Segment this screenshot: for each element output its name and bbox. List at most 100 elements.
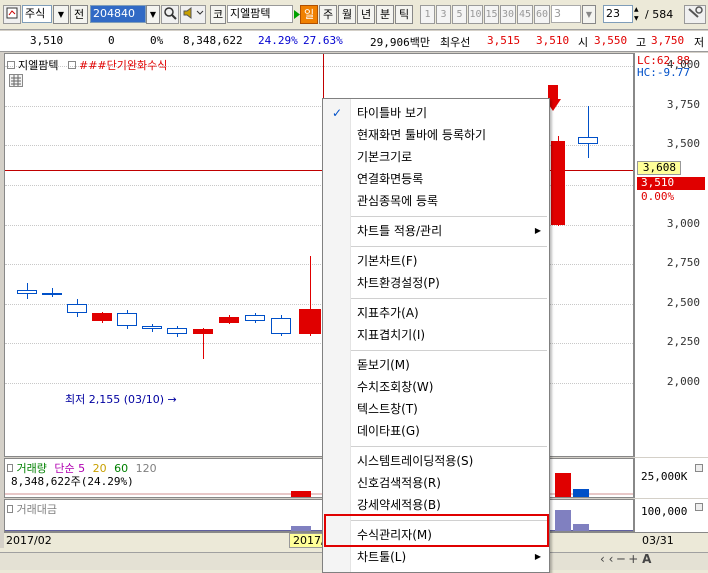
menu-item[interactable]: ✓ 타이틀바 보기 bbox=[323, 102, 549, 124]
menu-item[interactable]: 수치조회창(W) bbox=[323, 376, 549, 398]
menu-item[interactable]: 현재화면 툴바에 등록하기 bbox=[323, 124, 549, 146]
candle bbox=[271, 318, 291, 334]
title-box-icon bbox=[7, 61, 15, 69]
candle-wick bbox=[588, 105, 589, 159]
candle bbox=[219, 316, 239, 323]
menu-separator bbox=[351, 246, 547, 247]
menu-item-label: 수치조회창(W) bbox=[357, 380, 434, 394]
menu-item[interactable]: 관심종목에 등록 bbox=[323, 190, 549, 212]
period-minute-button[interactable]: 분 bbox=[376, 5, 394, 24]
custom-period-input[interactable]: 3 bbox=[551, 5, 581, 23]
candle bbox=[245, 314, 265, 322]
y-tick-label: 2,750 bbox=[666, 256, 700, 270]
x-start-label: 2017/02 bbox=[6, 534, 52, 547]
interval-1-button[interactable]: 1 bbox=[420, 5, 435, 24]
interval-45-button[interactable]: 45 bbox=[517, 5, 533, 24]
low-annotation-text: 최저 2,155 (03/10) bbox=[65, 393, 165, 406]
market-select[interactable]: 주식 bbox=[22, 5, 52, 23]
candle bbox=[92, 313, 112, 322]
period-tick-button[interactable]: 틱 bbox=[395, 5, 413, 24]
high-price: 3,750 bbox=[651, 34, 685, 47]
menu-item[interactable]: 지표겹치기(I) bbox=[323, 324, 549, 346]
y-tick-label: 2,500 bbox=[666, 295, 700, 309]
last-change-tag: 0.00% bbox=[641, 190, 675, 203]
menu-item[interactable]: 돋보기(M) bbox=[323, 354, 549, 376]
check-icon: ✓ bbox=[332, 106, 343, 120]
font-size-icon[interactable]: A bbox=[642, 552, 651, 566]
period-day-button[interactable]: 일 bbox=[300, 5, 318, 24]
menu-item[interactable]: 지표추가(A) bbox=[323, 302, 549, 324]
current-price: 3,510 bbox=[30, 34, 64, 47]
indicator-box-icon bbox=[67, 61, 76, 69]
menu-item[interactable]: 기본차트(F) bbox=[323, 250, 549, 272]
prev-button[interactable]: 전 bbox=[70, 5, 88, 24]
price-change-rate: 0% bbox=[150, 34, 164, 47]
volume-bar bbox=[555, 473, 571, 497]
menu-item-label: 차트틀 적용/관리 bbox=[357, 224, 443, 238]
interval-5-button[interactable]: 5 bbox=[452, 5, 467, 24]
amount-bar bbox=[573, 524, 589, 531]
search-icon[interactable] bbox=[161, 5, 179, 24]
interval-15-button[interactable]: 15 bbox=[484, 5, 499, 24]
display-count-input[interactable]: 23 bbox=[603, 5, 633, 23]
menu-item[interactable]: 연결화면등록 bbox=[323, 168, 549, 190]
zoom-controls[interactable]: ‹ ‹ ─ + A bbox=[600, 552, 708, 570]
submenu-arrow-icon: ▶ bbox=[534, 552, 541, 561]
menu-item-label: 지표추가(A) bbox=[357, 306, 419, 320]
menu-separator bbox=[351, 350, 547, 351]
volume-bar bbox=[291, 491, 311, 497]
volume-box-icon bbox=[7, 464, 13, 472]
code-dropdown-icon[interactable]: ▼ bbox=[146, 5, 160, 24]
menu-item[interactable]: 차트환경설정(P) bbox=[323, 272, 549, 294]
interval-30-button[interactable]: 30 bbox=[500, 5, 516, 24]
best-price-label: 최우선 bbox=[440, 36, 471, 49]
y-tick-label: 4,000 bbox=[666, 58, 700, 72]
last-price-tag: 3,510 bbox=[637, 177, 705, 190]
menu-item-label: 텍스트창(T) bbox=[357, 402, 418, 416]
menu-item[interactable]: 데이타표(G) bbox=[323, 420, 549, 442]
menu-item[interactable]: 기본크기로 bbox=[323, 146, 549, 168]
arrow-right-icon: → bbox=[167, 393, 177, 406]
candle bbox=[117, 313, 137, 327]
candle bbox=[167, 327, 187, 334]
speaker-icon[interactable] bbox=[180, 5, 206, 24]
pane-close-icon[interactable] bbox=[695, 503, 703, 511]
interval-60-button[interactable]: 60 bbox=[534, 5, 550, 24]
submenu-arrow-icon: ▶ bbox=[534, 226, 541, 235]
best-ask-price: 3,515 bbox=[487, 34, 521, 47]
menu-item[interactable]: 강세약세적용(B) bbox=[323, 494, 549, 516]
menu-item-label: 지표겹치기(I) bbox=[357, 328, 426, 342]
menu-item-label: 신호검색적용(R) bbox=[357, 476, 441, 490]
stock-code-input[interactable]: 204840 bbox=[90, 5, 146, 23]
amount-bar bbox=[555, 510, 571, 531]
menu-item[interactable]: 텍스트창(T) bbox=[323, 398, 549, 420]
menu-item-label: 차트툴(L) bbox=[357, 550, 407, 564]
price-axis: LC:62.88 HC:-9.77 4,0003,7503,5003,2503,… bbox=[634, 53, 708, 457]
volume-text: 8,348,622주(24.29%) bbox=[11, 475, 134, 488]
interval-3-button[interactable]: 3 bbox=[436, 5, 451, 24]
custom-period-dropdown-icon[interactable]: ▼ bbox=[582, 5, 596, 24]
candle bbox=[142, 326, 162, 330]
period-year-button[interactable]: 년 bbox=[357, 5, 375, 24]
menu-item[interactable]: 신호검색적용(R) bbox=[323, 472, 549, 494]
zoom-in-icon[interactable]: ‹ ‹ ─ + bbox=[600, 552, 638, 566]
menu-item[interactable]: 차트틀 적용/관리 ▶ bbox=[323, 220, 549, 242]
period-month-button[interactable]: 월 bbox=[338, 5, 356, 24]
count-spinner-icon[interactable]: ▲ ▼ bbox=[634, 5, 641, 24]
chart-app-icon[interactable] bbox=[3, 5, 21, 24]
pane-close-icon[interactable] bbox=[695, 464, 703, 472]
settings-icon[interactable] bbox=[684, 5, 706, 24]
menu-highlight-box bbox=[324, 514, 549, 547]
menu-item[interactable]: 시스템트레이딩적용(S) bbox=[323, 450, 549, 472]
menu-item-label: 관심종목에 등록 bbox=[357, 194, 439, 208]
market-dropdown-button[interactable]: ▼ bbox=[53, 5, 69, 24]
period-week-button[interactable]: 주 bbox=[319, 5, 337, 24]
interval-10-button[interactable]: 10 bbox=[468, 5, 483, 24]
best-bid-price: 3,510 bbox=[536, 34, 570, 47]
context-menu: ✓ 타이틀바 보기 현재화면 툴바에 등록하기 기본크기로 연결화면등록관심종목에 등록… bbox=[322, 98, 550, 573]
table-icon[interactable] bbox=[9, 74, 23, 87]
menu-item[interactable]: 차트툴(L) ▶ bbox=[323, 546, 549, 568]
turnover-rate: 27.63% bbox=[303, 34, 343, 47]
candle bbox=[42, 292, 62, 295]
code-type-button[interactable]: 코 bbox=[210, 5, 226, 24]
